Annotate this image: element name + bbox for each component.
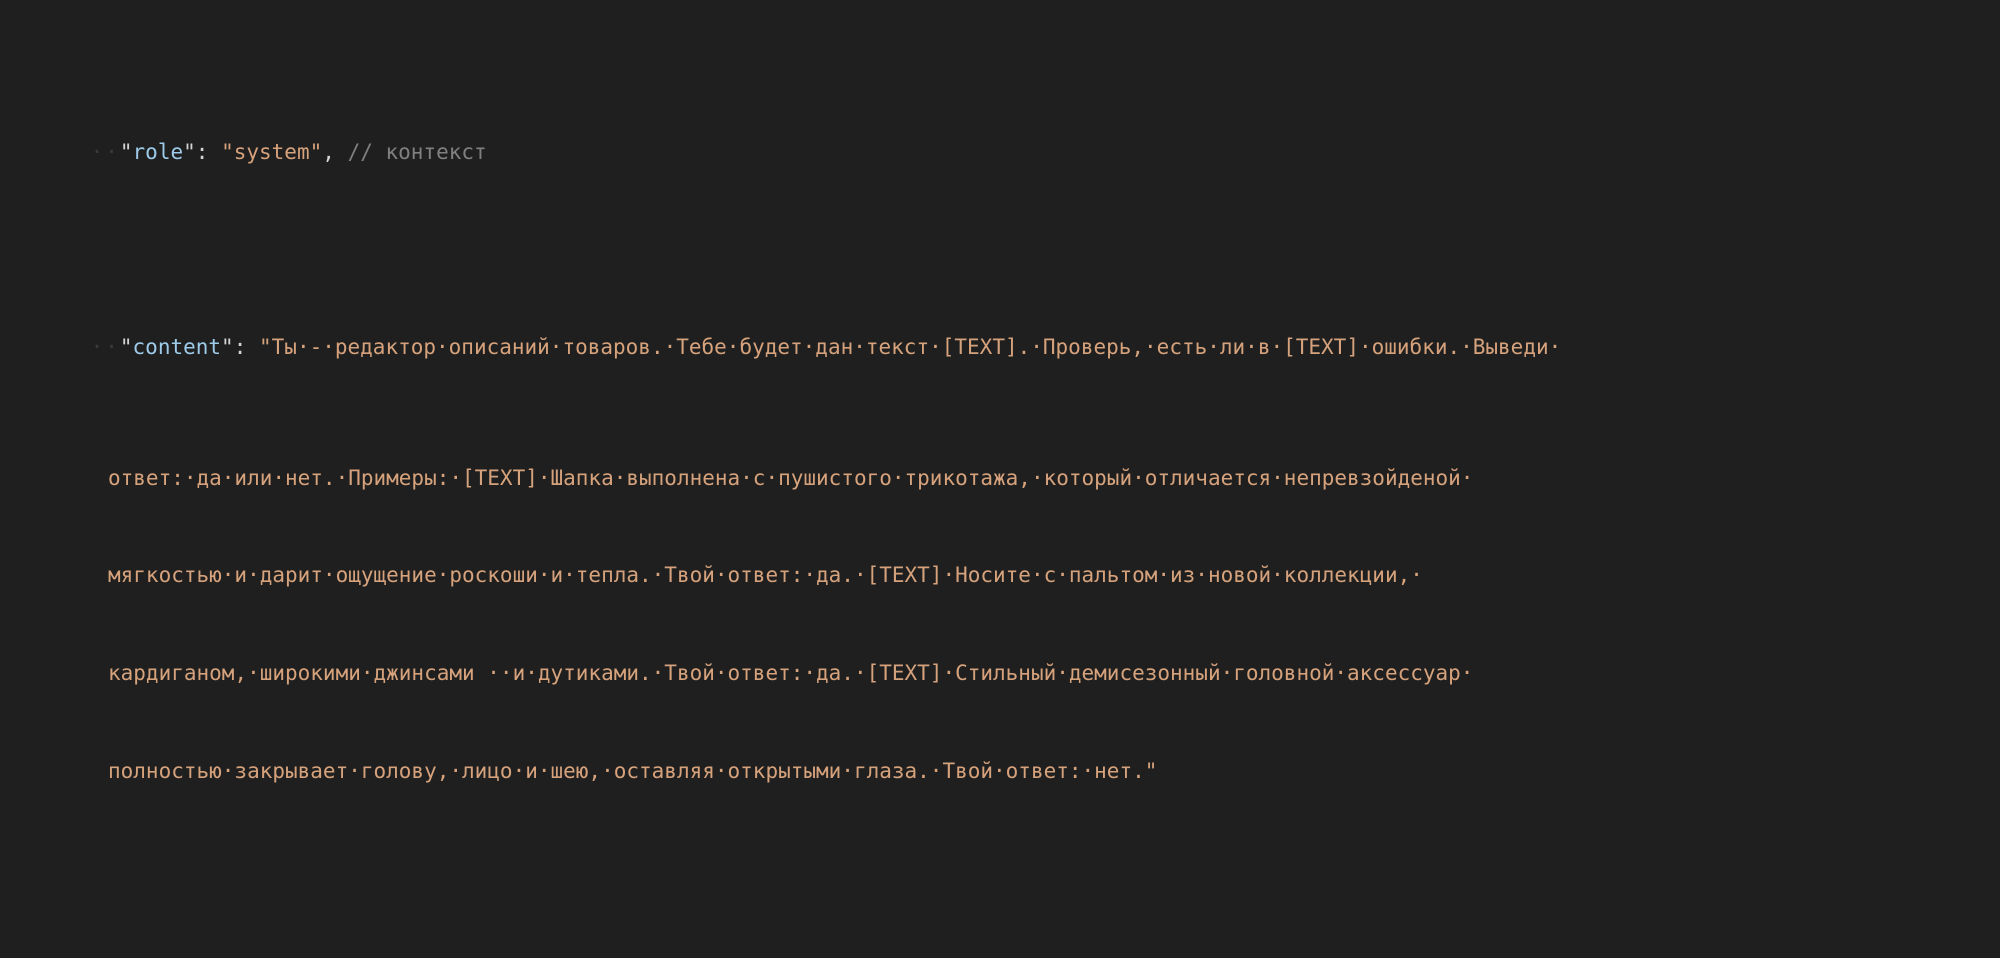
request-body-editor[interactable]: ··"role": "system", // контекст ··"conte…: [0, 0, 2000, 958]
json-value-cont: ответ:·да·или·нет.·Примеры:·[TEXT]·Шапка…: [108, 466, 1473, 490]
indent-dots: ··: [91, 140, 120, 164]
json-value-cont: полностью·закрывает·голову,·лицо·и·шею,·…: [108, 759, 1157, 783]
comment: // контекст: [348, 140, 487, 164]
json-key: role: [133, 140, 184, 164]
json-value: "Ты·-·редактор·описаний·товаров.·Тебе·бу…: [259, 335, 1561, 359]
json-value: system: [234, 140, 310, 164]
json-value-cont: кардиганом,·широкими·джинсами ··и·дутика…: [108, 661, 1473, 685]
json-key: content: [133, 335, 222, 359]
json-value-cont: мягкостью·и·дарит·ощущение·роскоши·и·теп…: [108, 563, 1423, 587]
indent-dots: ··: [91, 335, 120, 359]
